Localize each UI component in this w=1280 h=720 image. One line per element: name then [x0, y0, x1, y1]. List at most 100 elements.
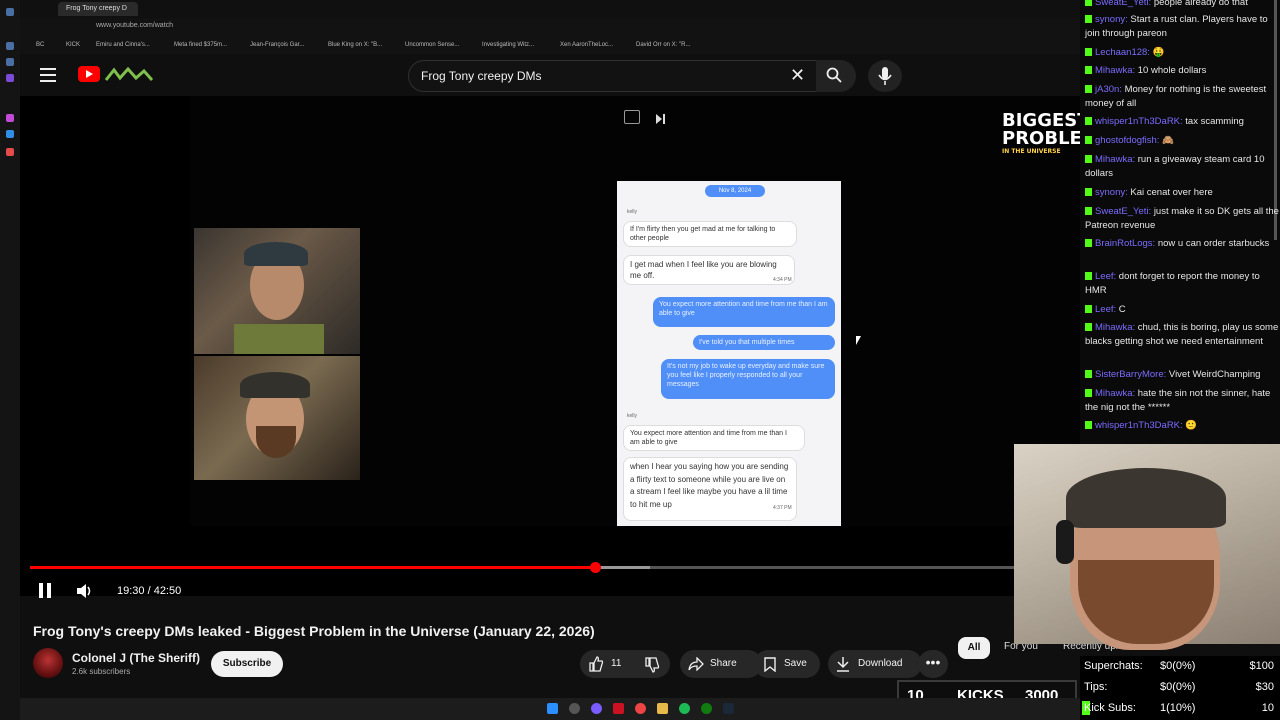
bookmark[interactable]: Uncommon Sense...: [405, 42, 459, 48]
chat-message: synony: Kai cenat over here: [1085, 186, 1279, 200]
dm-sender: kelly: [627, 209, 638, 215]
subscribe-button[interactable]: Subscribe: [211, 651, 283, 677]
skip-next-icon[interactable]: [654, 112, 666, 124]
bookmark[interactable]: KICK: [66, 42, 80, 48]
download-icon: [837, 657, 849, 672]
browser-sidebar: [0, 0, 20, 720]
voice-search-button[interactable]: [868, 60, 902, 92]
sidebar-app-icon[interactable]: [6, 130, 14, 138]
miniplayer-icon[interactable]: [624, 110, 640, 124]
chat-message: whisper1nTh3DaRK: tax scamming: [1085, 115, 1279, 129]
like-icon[interactable]: [588, 656, 604, 672]
download-button[interactable]: Download: [828, 650, 922, 678]
app-icon[interactable]: [591, 703, 602, 714]
headphone-icon: [1056, 520, 1074, 564]
address-bar[interactable]: [20, 18, 1080, 38]
bookmark[interactable]: Blue King on X: "B...: [328, 42, 382, 48]
sidebar-app-icon[interactable]: [6, 8, 14, 16]
chat-message: Mihawka: run a giveaway steam card 10 do…: [1085, 154, 1265, 179]
windows-start-icon[interactable]: [547, 703, 558, 714]
bookmark[interactable]: Emiru and Cinna's...: [96, 42, 150, 48]
folder-icon[interactable]: [657, 703, 668, 714]
bookmark[interactable]: BC: [36, 42, 44, 48]
frog-logo: [104, 66, 154, 84]
sidebar-app-icon[interactable]: [6, 74, 14, 82]
bookmark-icon: [764, 657, 776, 672]
like-count[interactable]: 11: [611, 650, 621, 678]
pause-icon[interactable]: [38, 583, 52, 598]
host-webcam-bottom: [194, 356, 360, 480]
tips-label: Tips:: [1084, 681, 1108, 693]
host-webcam-top: [194, 228, 360, 354]
bookmark[interactable]: David Orr on X: "R...: [636, 42, 690, 48]
streamer-hat: [1066, 468, 1226, 528]
steam-icon[interactable]: [723, 703, 734, 714]
volume-icon[interactable]: [76, 583, 94, 599]
chat-message: SweatE_Yeti: just make it so DK gets all…: [1085, 206, 1279, 231]
url-text[interactable]: www.youtube.com/watch: [96, 22, 173, 29]
search-icon[interactable]: [569, 703, 580, 714]
bookmark[interactable]: Jean-François Gar...: [250, 42, 304, 48]
more-icon[interactable]: •••: [918, 650, 948, 678]
dm-date: Nov 8, 2024: [705, 185, 765, 197]
superchats-goal: $100: [1249, 660, 1274, 672]
chat-message: Mihawka: hate the sin not the sinner, ha…: [1085, 388, 1271, 413]
share-icon: [688, 657, 704, 671]
superchats-label: Superchats:: [1084, 660, 1143, 672]
share-button[interactable]: Share: [680, 650, 762, 678]
kick-subs-value: 1(10%): [1160, 702, 1196, 714]
chat-message: BrainRotLogs: now u can order starbucks: [1085, 237, 1279, 251]
chat-message: synony: Start a rust clan. Players have …: [1085, 14, 1268, 39]
channel-name[interactable]: Colonel J (The Sheriff): [72, 651, 200, 665]
mouse-cursor: [856, 336, 861, 345]
channel-avatar[interactable]: [33, 648, 63, 678]
close-icon[interactable]: ✕: [790, 66, 806, 84]
subscriber-count: 2.6k subscribers: [72, 667, 131, 676]
chat-message: Mihawka: chud, this is boring, play us s…: [1085, 322, 1279, 347]
share-label: Share: [710, 658, 737, 669]
chip-all[interactable]: All: [958, 637, 990, 659]
show-logo-sub: IN THE UNIVERSE: [1002, 148, 1061, 155]
bookmark[interactable]: Investigating Witz...: [482, 42, 534, 48]
dm-message: You expect more attention and time from …: [623, 425, 805, 451]
dm-message: You expect more attention and time from …: [653, 297, 835, 327]
tips-value: $0(0%): [1160, 681, 1196, 693]
save-label: Save: [784, 658, 807, 669]
chat-message: jA30n: Money for nothing is the sweetest…: [1085, 84, 1267, 109]
chrome-icon[interactable]: [635, 703, 646, 714]
tab-strip: [20, 0, 1080, 18]
search-icon[interactable]: [826, 67, 842, 83]
progress-fill: [30, 566, 595, 569]
dm-time: 4:37 PM: [773, 505, 792, 511]
dm-time: 4:34 PM: [773, 277, 792, 283]
dm-message: I get mad when I feel like you are blowi…: [623, 255, 795, 285]
show-logo: BIGGEST PROBLEM IN THE UNIVERSE: [1002, 112, 1100, 164]
chat-message: SisterBarryMore: Vivet WeirdChamping: [1085, 368, 1279, 382]
chat-message: SweatE_Yeti: people already do that: [1085, 0, 1279, 10]
chat-message: ghostofdogfish: 🙈: [1085, 134, 1279, 148]
search-query[interactable]: Frog Tony creepy DMs: [421, 69, 542, 83]
bookmark[interactable]: Meta fined $375m...: [174, 42, 227, 48]
dislike-icon[interactable]: [644, 657, 660, 673]
xbox-icon[interactable]: [701, 703, 712, 714]
tab-active[interactable]: Frog Tony creepy D: [58, 2, 138, 16]
chat-message: Leef: C: [1085, 303, 1279, 317]
kick-subs-goal: 10: [1261, 702, 1274, 714]
dm-message: I've told you that multiple times: [693, 335, 835, 350]
video-title: Frog Tony's creepy DMs leaked - Biggest …: [33, 623, 595, 639]
hamburger-menu-icon[interactable]: [40, 68, 56, 82]
time-display: 19:30 / 42:50: [117, 585, 182, 597]
spotify-icon[interactable]: [679, 703, 690, 714]
youtube-logo[interactable]: [78, 66, 100, 82]
sidebar-app-icon[interactable]: [6, 114, 14, 122]
sidebar-app-icon[interactable]: [6, 58, 14, 66]
app-icon[interactable]: [613, 703, 624, 714]
dm-message: If I'm flirty then you get mad at me for…: [623, 221, 797, 247]
progress-handle[interactable]: [589, 562, 601, 573]
bookmark[interactable]: Xen AaronTheLoc...: [560, 42, 613, 48]
sidebar-app-icon[interactable]: [6, 148, 14, 156]
like-dislike-group: 11: [580, 650, 670, 678]
sidebar-app-icon[interactable]: [6, 42, 14, 50]
tips-goal: $30: [1255, 681, 1274, 693]
save-button[interactable]: Save: [754, 650, 820, 678]
